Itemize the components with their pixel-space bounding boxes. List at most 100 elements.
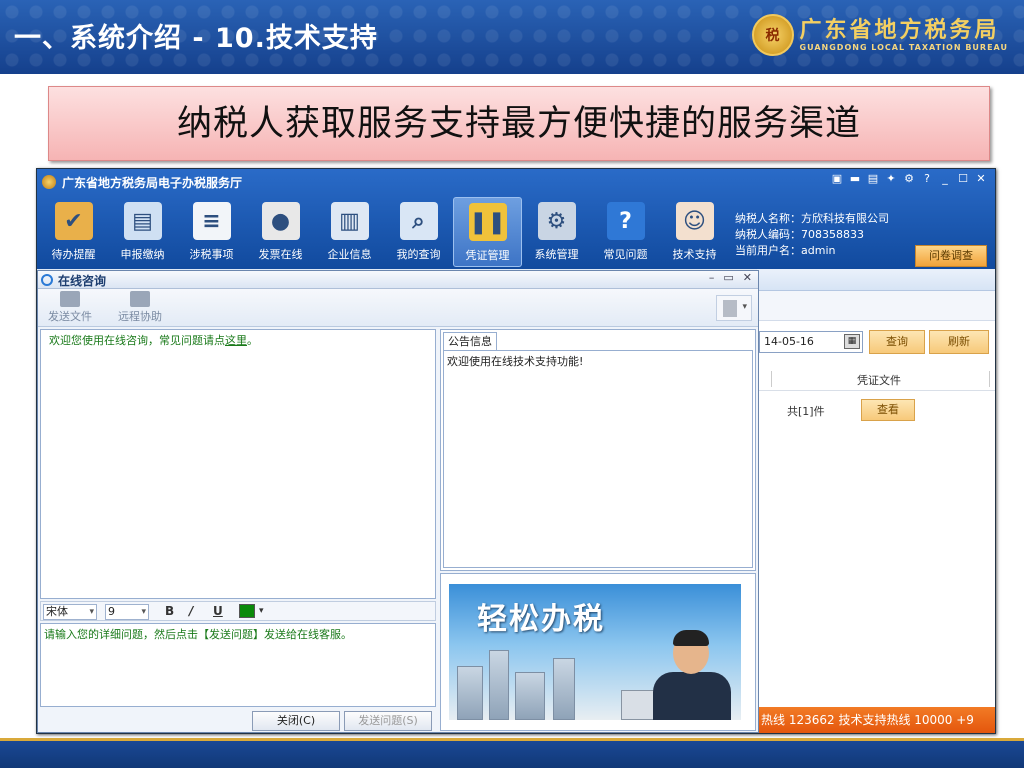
refresh-button[interactable]: 刷新 bbox=[929, 330, 989, 354]
tax-emblem-icon: 税 bbox=[751, 14, 794, 56]
toolbar-item-0[interactable]: ✔ 待办提醒 bbox=[39, 197, 108, 267]
chat-maximize-button[interactable]: ▭ bbox=[723, 271, 733, 284]
close-chat-button[interactable]: 关闭(C) bbox=[252, 711, 340, 731]
column-voucher-file: 凭证文件 bbox=[857, 374, 901, 387]
window-controls: ▣ ▬ ▤ ✦ ⚙ ? _ ☐ ✕ bbox=[831, 172, 987, 185]
help-icon[interactable]: ? bbox=[921, 172, 933, 185]
toolbar-label: 待办提醒 bbox=[51, 248, 96, 261]
toolbar-item-8[interactable]: ? 常见问题 bbox=[591, 197, 660, 267]
app-window: 广东省地方税务局电子办税服务厅 ▣ ▬ ▤ ✦ ⚙ ? _ ☐ ✕ ✔ 待办提醒 ▤… bbox=[36, 168, 996, 734]
toolbar-item-1[interactable]: ▤ 申报缴纳 bbox=[108, 197, 177, 267]
table-header: 凭证文件 bbox=[757, 367, 995, 391]
chat-titlebar: 在线咨询 – ▭ ✕ bbox=[38, 271, 758, 289]
remote-assist-button[interactable]: 远程协助 bbox=[118, 291, 162, 324]
italic-button[interactable]: / bbox=[189, 604, 193, 618]
welcome-message: 欢迎您使用在线咨询，常见问题请点这里。 bbox=[49, 334, 258, 347]
taxpayer-name: 纳税人名称：方欣科技有限公司 bbox=[735, 212, 889, 225]
ad-slogan: 轻松办税 bbox=[477, 602, 605, 637]
stamp-icon: ● bbox=[261, 202, 300, 240]
remote-icon bbox=[130, 291, 150, 307]
app-title: 广东省地方税务局电子办税服务厅 bbox=[62, 176, 243, 190]
app-header: 广东省地方税务局电子办税服务厅 ▣ ▬ ▤ ✦ ⚙ ? _ ☐ ✕ ✔ 待办提醒 ▤… bbox=[37, 169, 995, 269]
magnifier-icon: ⌕ bbox=[399, 202, 438, 240]
message-history[interactable]: 欢迎您使用在线咨询，常见问题请点这里。 bbox=[40, 329, 436, 599]
maximize-button[interactable]: ☐ bbox=[957, 172, 969, 185]
chat-title: 在线咨询 bbox=[58, 274, 107, 288]
toolbar-item-5[interactable]: ⌕ 我的查询 bbox=[384, 197, 453, 267]
settings-icon[interactable]: ⚙ bbox=[903, 172, 915, 185]
online-consult-window: 在线咨询 – ▭ ✕ 发送文件 远程协助 欢迎您使用在线咨询，常见问题请点这里。 bbox=[37, 270, 759, 733]
slide-title: 一、系统介绍 - 10.技术支持 bbox=[14, 23, 378, 54]
minimize-button[interactable]: _ bbox=[939, 172, 951, 185]
support-person-image bbox=[651, 630, 733, 720]
building-icon: ▥ bbox=[330, 202, 369, 240]
help-icon: ? bbox=[606, 202, 645, 240]
notice-content: 欢迎使用在线技术支持功能! bbox=[443, 350, 753, 568]
toolbar-label: 常见问题 bbox=[603, 248, 648, 261]
main-toolbar: ✔ 待办提醒 ▤ 申报缴纳 ≡ 涉税事项 ● 发票在线 ▥ 企业信息 ⌕ 我的查询 ❚❚ 凭证管理 ⚙ 系统管… bbox=[39, 197, 729, 267]
bureau-logo: 税 广东省地方税务局 GUANGDONG LOCAL TAXATION BURE… bbox=[751, 14, 1008, 56]
underline-button[interactable]: U bbox=[213, 604, 223, 618]
monitor-icon: ▤ bbox=[123, 202, 162, 240]
faq-link[interactable]: 这里 bbox=[225, 334, 247, 347]
toolbar-label: 技术支持 bbox=[672, 248, 717, 261]
toolbar-item-7[interactable]: ⚙ 系统管理 bbox=[522, 197, 591, 267]
close-button[interactable]: ✕ bbox=[975, 172, 987, 185]
text-color-button[interactable] bbox=[239, 604, 255, 618]
bold-button[interactable]: B bbox=[165, 604, 174, 618]
slide-header: 一、系统介绍 - 10.技术支持 税 广东省地方税务局 GUANGDONG LO… bbox=[0, 0, 1024, 74]
format-toolbar: 宋体 9 B / U ▾ bbox=[40, 601, 436, 621]
pin-icon[interactable]: ✦ bbox=[885, 172, 897, 185]
hotline-bar: 热线 123662 技术支持热线 10000 +9 bbox=[757, 707, 995, 733]
question-input[interactable]: 请输入您的详细问题，然后点击【发送问题】发送给在线客服。 bbox=[40, 623, 436, 707]
ad-banner-image: 轻松办税 bbox=[449, 584, 741, 720]
bureau-name-en: GUANGDONG LOCAL TAXATION BUREAU bbox=[799, 42, 1008, 52]
chat-minimize-button[interactable]: – bbox=[709, 271, 715, 284]
current-user: 当前用户名：admin bbox=[735, 244, 836, 257]
toolbar-label: 我的查询 bbox=[396, 248, 441, 261]
toolbar-item-4[interactable]: ▥ 企业信息 bbox=[315, 197, 384, 267]
chat-close-button[interactable]: ✕ bbox=[743, 271, 752, 284]
color-dropdown-icon[interactable]: ▾ bbox=[259, 606, 264, 616]
toolbar-label: 涉税事项 bbox=[189, 248, 234, 261]
toolbar-item-6[interactable]: ❚❚ 凭证管理 bbox=[453, 197, 522, 267]
calendar-icon[interactable]: ▦ bbox=[844, 334, 860, 349]
ad-panel: 轻松办税 bbox=[440, 573, 756, 731]
clipboard-icon: ✔ bbox=[54, 202, 93, 240]
browser-icon bbox=[41, 274, 53, 286]
font-size-select[interactable]: 9 bbox=[105, 604, 149, 620]
minimize-tray-icon[interactable]: ▬ bbox=[849, 172, 861, 185]
file-icon bbox=[60, 291, 80, 307]
slide-banner: 纳税人获取服务支持最方便快捷的服务渠道 bbox=[48, 86, 990, 161]
user-info: 纳税人名称：方欣科技有限公司 纳税人编码：708358833 当前用户名：adm… bbox=[735, 211, 889, 259]
app-logo-icon bbox=[42, 175, 56, 189]
view-button[interactable]: 查看 bbox=[861, 399, 915, 421]
toolbar-label: 申报缴纳 bbox=[120, 248, 165, 261]
input-hint: 请输入您的详细问题，然后点击【发送问题】发送给在线客服。 bbox=[44, 628, 352, 641]
toolbar-label: 企业信息 bbox=[327, 248, 372, 261]
skin-icon[interactable]: ▣ bbox=[831, 172, 843, 185]
taxpayer-code: 纳税人编码：708358833 bbox=[735, 228, 864, 241]
query-button[interactable]: 查询 bbox=[869, 330, 925, 354]
total-count: 共[1]件 bbox=[787, 405, 825, 418]
toolbar-item-9[interactable]: ☺ 技术支持 bbox=[660, 197, 729, 267]
document-icon: ≡ bbox=[192, 202, 231, 240]
toolbar-label: 凭证管理 bbox=[465, 249, 510, 262]
gear-icon: ⚙ bbox=[537, 202, 576, 240]
notice-panel: 公告信息 欢迎使用在线技术支持功能! bbox=[440, 329, 756, 571]
survey-button[interactable]: 问卷调查 bbox=[915, 245, 987, 267]
tab-notice[interactable]: 公告信息 bbox=[443, 332, 497, 350]
toolbar-label: 系统管理 bbox=[534, 248, 579, 261]
layout-icon[interactable]: ▤ bbox=[867, 172, 879, 185]
document-dropdown-icon[interactable] bbox=[716, 295, 752, 321]
date-input[interactable]: 14-05-16 ▦ bbox=[759, 331, 863, 353]
toolbar-label: 发票在线 bbox=[258, 248, 303, 261]
binders-icon: ❚❚ bbox=[468, 203, 507, 241]
font-family-select[interactable]: 宋体 bbox=[43, 604, 97, 620]
send-question-button[interactable]: 发送问题(S) bbox=[344, 711, 432, 731]
send-file-button[interactable]: 发送文件 bbox=[48, 291, 92, 324]
toolbar-item-3[interactable]: ● 发票在线 bbox=[246, 197, 315, 267]
slide-footer bbox=[0, 738, 1024, 768]
toolbar-item-2[interactable]: ≡ 涉税事项 bbox=[177, 197, 246, 267]
bureau-name-cn: 广东省地方税务局 bbox=[799, 17, 1000, 43]
